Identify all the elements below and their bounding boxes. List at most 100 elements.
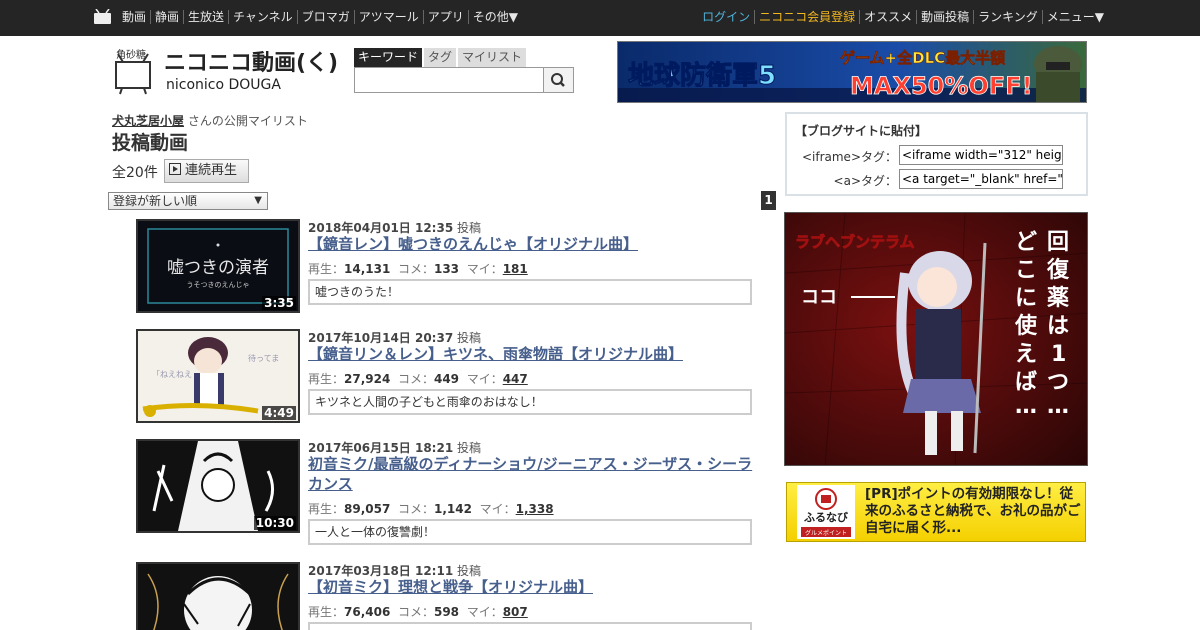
iframe-label: <iframe>タグ： <box>801 150 897 164</box>
ad-game-logo: ラブヘブンテラム <box>795 233 915 251</box>
main-menu-dropdown[interactable]: メニュー▼ <box>1041 10 1108 24</box>
video-title-link[interactable]: 【鏡音レン】嘘つきのえんじゃ【オリジナル曲】 <box>308 234 754 254</box>
video-description: 一人と一体の復讐劇！ <box>308 519 752 545</box>
svg-text:グルメポイント: グルメポイント <box>805 529 847 537</box>
video-thumbnail[interactable] <box>136 562 300 630</box>
svg-text:に: に <box>1015 286 1037 311</box>
item-count: 全20件 <box>112 165 158 181</box>
side-banner-ad[interactable]: ラブヘブンテラム ココ 回 復 薬 は 1 つ … ど こ に 使 え ば … <box>784 212 1088 466</box>
video-description: キツネと人間の子どもと雨傘のおはなし！ <box>308 389 752 415</box>
svg-text:回: 回 <box>1047 230 1069 255</box>
a-tag-embed-field[interactable]: <a target="_blank" href="https <box>899 169 1063 189</box>
mylist-title: 投稿動画 <box>112 132 189 154</box>
nav-app[interactable]: アプリ <box>422 10 468 24</box>
search-button[interactable] <box>543 67 574 93</box>
furusato-ad-text: [PR]ポイントの有効期限なし！従来のふるさと納税で、お礼の品がご自宅に届く形.… <box>865 486 1081 536</box>
svg-text:こ: こ <box>1015 258 1037 283</box>
global-nav-bar: 動画 静画 生放送 チャンネル ブロマガ アツマール アプリ その他▼ ログイン… <box>0 0 1200 36</box>
niconico-douga-logo[interactable]: 角砂糖 ニコニコ動画(く) niconico DOUGA <box>114 46 350 96</box>
niconico-tv-icon[interactable] <box>94 9 111 24</box>
mylist-owner-line: 犬丸芝居小屋 さんの公開マイリスト <box>112 112 308 129</box>
svg-text:…: … <box>1015 394 1037 419</box>
svg-text:ば: ば <box>1015 370 1037 395</box>
nav-atsumaru[interactable]: アツマール <box>353 10 423 24</box>
logo-tag-text: 角砂糖 <box>116 48 146 61</box>
upload-link[interactable]: 動画投稿 <box>916 10 973 24</box>
tab-mylist[interactable]: マイリスト <box>458 48 527 67</box>
top-banner-ad[interactable]: 地球防衛軍5 ゲーム+全DLC最大半額 MAX50%OFF! <box>617 41 1087 103</box>
logo-en-text: niconico DOUGA <box>166 77 281 93</box>
ad-callout: ココ <box>801 287 837 308</box>
video-duration: 3:35 <box>262 296 296 310</box>
video-duration: 10:30 <box>253 516 296 530</box>
svg-text:待ってま: 待ってま <box>248 353 279 363</box>
svg-text:ど: ど <box>1015 230 1037 255</box>
recommend-link[interactable]: オススメ <box>859 10 916 24</box>
logo-jp-text: ニコニコ動画(く) <box>164 51 338 76</box>
dropdown-arrow-icon: ▼ <box>254 195 262 206</box>
video-description: 嘘つきのうた！ <box>308 279 752 305</box>
search-input[interactable] <box>354 67 544 93</box>
ad-line1: ゲーム+全DLC最大半額 <box>840 49 1005 67</box>
a-tag-label: <a>タグ： <box>833 174 897 188</box>
svg-text:つ: つ <box>1047 370 1069 395</box>
thumb-title-text: 嘘つきの演者 <box>167 258 269 278</box>
owner-link[interactable]: 犬丸芝居小屋 <box>112 114 184 128</box>
svg-text:薬: 薬 <box>1047 286 1069 311</box>
continuous-play-label: 連続再生 <box>185 163 238 178</box>
svg-text:1: 1 <box>1051 342 1066 367</box>
svg-text:は: は <box>1047 314 1069 339</box>
video-stats: 再生：89,057 コメ：1,142 マイ：1,338 <box>308 502 554 516</box>
blog-embed-box: 【ブログサイトに貼付】 <iframe>タグ： <iframe width="3… <box>785 112 1088 196</box>
register-link[interactable]: ニコニコ会員登録 <box>754 10 859 24</box>
furusato-ad[interactable]: ふるなび グルメポイント [PR]ポイントの有効期限なし！従来のふるさと納税で、… <box>786 482 1086 542</box>
a-embed-row: <a>タグ： <a target="_blank" href="https <box>787 169 1087 189</box>
magnifier-icon <box>551 73 565 87</box>
continuous-play-button[interactable]: 連続再生 <box>164 159 249 183</box>
svg-text:「ねえねえ: 「ねえねえ <box>152 370 192 379</box>
video-duration: 4:49 <box>262 406 296 420</box>
iframe-embed-field[interactable]: <iframe width="312" height="1 <box>899 145 1063 165</box>
nav-douga[interactable]: 動画 <box>118 10 150 24</box>
mylist-count-link[interactable]: 807 <box>503 605 528 619</box>
ad-game-title: 地球防衛軍5 <box>628 61 776 91</box>
furunavi-logo: ふるなび グルメポイント <box>797 485 855 539</box>
iframe-embed-row: <iframe>タグ： <iframe width="312" height="… <box>787 145 1087 165</box>
page-number[interactable]: 1 <box>761 191 776 210</box>
svg-text:…: … <box>1047 394 1069 419</box>
video-stats: 再生：76,406 コメ：598 マイ：807 <box>308 605 528 619</box>
search-tabs: キーワード タグ マイリスト <box>354 48 528 67</box>
video-title-link[interactable]: 【鏡音リン＆レン】キツネ、雨傘物語【オリジナル曲】 <box>308 344 754 364</box>
blog-embed-title: 【ブログサイトに貼付】 <box>795 124 928 138</box>
video-thumbnail[interactable]: 10:30 <box>136 439 300 533</box>
video-stats: 再生：27,924 コメ：449 マイ：447 <box>308 372 528 386</box>
sort-value: 登録が新しい順 <box>113 194 198 208</box>
nav-blomaga[interactable]: ブロマガ <box>296 10 354 24</box>
svg-text:ふるなび: ふるなび <box>804 510 849 524</box>
nav-channel[interactable]: チャンネル <box>228 10 297 24</box>
svg-text:復: 復 <box>1046 257 1070 283</box>
video-thumbnail[interactable]: 「ねえねえ 待ってま 4:49 <box>136 329 300 423</box>
sort-select[interactable]: 登録が新しい順 ▼ <box>108 192 268 210</box>
login-link[interactable]: ログイン <box>698 10 754 24</box>
tab-keyword[interactable]: キーワード <box>354 48 423 67</box>
owner-suffix: さんの公開マイリスト <box>187 114 308 128</box>
nav-seiga[interactable]: 静画 <box>150 10 183 24</box>
video-title-link[interactable]: 【初音ミク】理想と戦争【オリジナル曲】 <box>308 577 754 597</box>
mylist-count-link[interactable]: 1,338 <box>516 502 554 516</box>
tab-tag[interactable]: タグ <box>424 48 457 67</box>
nav-live[interactable]: 生放送 <box>183 10 228 24</box>
thumb-sub-text: うそつきのえんじゃ <box>187 281 250 289</box>
ad-line2: MAX50%OFF! <box>850 72 1033 100</box>
mylist-count-link[interactable]: 181 <box>503 262 528 276</box>
play-icon <box>169 163 181 175</box>
svg-text:え: え <box>1015 342 1037 367</box>
video-stats: 再生：14,131 コメ：133 マイ：181 <box>308 262 528 276</box>
video-title-link[interactable]: 初音ミク/最高級のディナーショウ/ジーニアス・ジーザス・シーラカンス <box>308 454 754 494</box>
video-description <box>308 622 752 630</box>
video-thumbnail[interactable]: 嘘つきの演者 うそつきのえんじゃ 3:35 <box>136 219 300 313</box>
mylist-count-link[interactable]: 447 <box>503 372 528 386</box>
nav-other-menu[interactable]: その他▼ <box>467 10 522 24</box>
ranking-link[interactable]: ランキング <box>973 10 1042 24</box>
svg-text:使: 使 <box>1014 314 1038 339</box>
